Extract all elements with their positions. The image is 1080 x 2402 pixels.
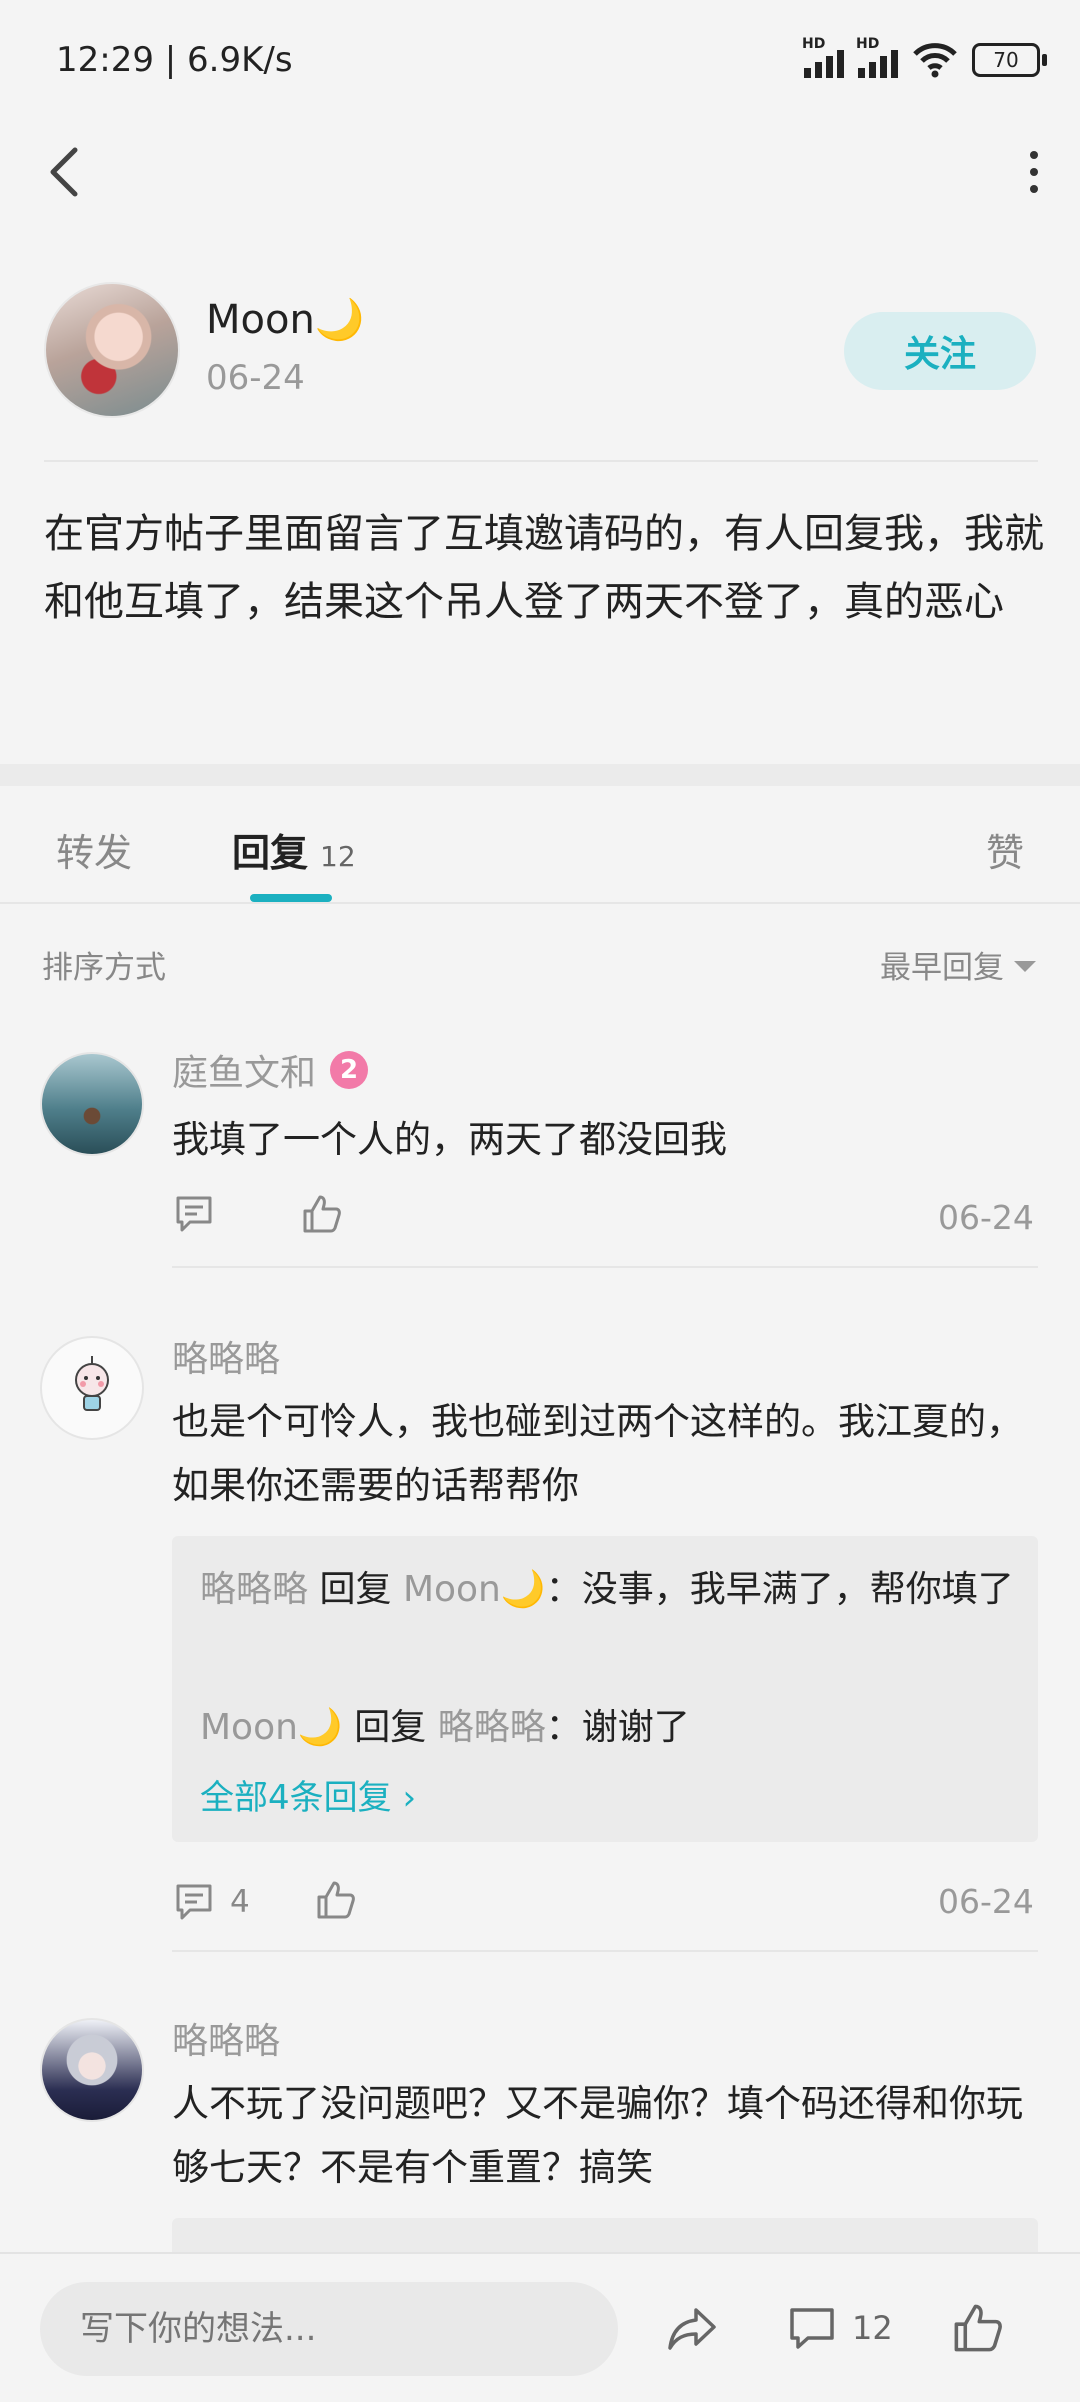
reply-item: 略略略 回复 Moon🌙：没事，我早满了，帮你填了 [200, 1556, 1020, 1624]
hd-label: HD [802, 36, 826, 52]
thumbs-up-icon [317, 1881, 355, 1919]
like-post-button[interactable] [950, 2296, 1006, 2360]
caret-down-icon [1014, 961, 1036, 972]
tab-replies-label: 回复 [232, 831, 309, 875]
comment-divider [172, 1266, 1038, 1268]
comment-text: 我填了一个人的，两天了都没回我 [172, 1118, 727, 1161]
follow-button[interactable]: 关注 [844, 312, 1036, 390]
reply-item: Moon🌙 回复 略略略：谢谢了 [200, 1694, 1020, 1762]
more-dots-icon [1030, 151, 1038, 159]
tabs-divider [0, 902, 1080, 904]
author-name[interactable]: Moon🌙 [206, 296, 365, 343]
like-button[interactable] [314, 1878, 358, 1926]
post-content: 在官方帖子里面留言了互填邀请码的，有人回复我，我就和他互填了，结果这个吊人登了两… [44, 511, 1044, 625]
comment-date: 06-24 [938, 1882, 1034, 1921]
reply-verb: 回复 [319, 1569, 392, 1610]
tab-likes[interactable]: 赞 [986, 822, 1024, 877]
like-button[interactable] [300, 1192, 344, 1240]
comment-author-name: 略略略 [172, 2021, 281, 2062]
signal-icon-2: HD [856, 36, 898, 78]
thumbs-up-icon [303, 1195, 341, 1233]
comment-button[interactable] [172, 1192, 216, 1240]
comment-text: 也是个可怜人，我也碰到过两个这样的。我江夏的，如果你还需要的话帮帮你 [172, 1400, 1023, 1507]
comment-button[interactable]: 4 [172, 1880, 250, 1924]
signal-icon: HD [802, 36, 844, 78]
comment-actions: 4 [172, 1878, 358, 1926]
comment-input[interactable] [40, 2282, 618, 2376]
reply-preview-box [172, 2218, 1038, 2252]
tab-replies[interactable]: 回复 12 [232, 822, 356, 877]
sort-value: 最早回复 [880, 950, 1004, 986]
more-dot [1030, 168, 1038, 176]
divider [44, 460, 1038, 462]
comment-count: 4 [230, 1884, 250, 1920]
back-button[interactable] [36, 140, 92, 204]
reply-preview-box[interactable]: 略略略 回复 Moon🌙：没事，我早满了，帮你填了 Moon🌙 回复 略略略：谢… [172, 1536, 1038, 1842]
comment-icon [176, 1884, 212, 1920]
share-icon [668, 2308, 716, 2350]
section-separator [0, 764, 1080, 786]
post-date: 06-24 [206, 358, 305, 398]
comment-author[interactable]: 略略略 [172, 2012, 280, 2064]
share-button[interactable] [664, 2296, 720, 2360]
comment-author-name: 庭鱼文和 [172, 1053, 317, 1094]
comment-author-name: 略略略 [172, 1339, 281, 1380]
reply-from[interactable]: 略略略 [200, 1569, 308, 1610]
reply-to[interactable]: Moon🌙 [403, 1569, 546, 1610]
avatar-doll-icon [75, 1356, 109, 1411]
author-avatar[interactable] [44, 282, 180, 418]
tab-repost[interactable]: 转发 [56, 822, 132, 877]
level-badge: 2 [330, 1051, 369, 1089]
comment-text: 人不玩了没问题吧？又不是骗你？填个码还得和你玩够七天？不是有个重置？搞笑 [172, 2082, 1023, 2189]
more-dot [1030, 185, 1038, 193]
comment-date: 06-24 [938, 1198, 1034, 1237]
comment-author[interactable]: 略略略 [172, 1330, 280, 1382]
comment-author[interactable]: 庭鱼文和 2 [172, 1044, 369, 1096]
comments-button[interactable]: 12 [786, 2296, 893, 2360]
reply-to[interactable]: 略略略 [438, 1707, 546, 1748]
battery-icon: 70 [972, 43, 1047, 77]
comment-avatar[interactable] [40, 1052, 144, 1156]
comment-icon [176, 1196, 212, 1232]
tab-indicator [250, 894, 332, 902]
comment-divider [172, 1950, 1038, 1952]
sort-dropdown[interactable]: 最早回复 [880, 942, 1036, 987]
reply-from[interactable]: Moon🌙 [200, 1707, 343, 1748]
more-options-button[interactable] [1006, 140, 1062, 204]
comment-actions [172, 1192, 344, 1240]
tab-replies-count: 12 [320, 840, 356, 873]
comment-avatar[interactable] [40, 2018, 144, 2122]
wifi-icon [913, 43, 957, 78]
status-time: 12:29 | 6.9K/s [56, 40, 293, 80]
view-all-replies-link[interactable]: 全部4条回复 › [200, 1770, 416, 1819]
reply-text: ：谢谢了 [545, 1707, 690, 1748]
status-icons: HD HD 70 [802, 36, 1047, 78]
reply-text: ：没事，我早满了，帮你填了 [545, 1569, 1014, 1610]
sort-label: 排序方式 [42, 950, 166, 986]
comments-count: 12 [852, 2309, 893, 2347]
chevron-left-icon [50, 147, 78, 197]
reply-verb: 回复 [354, 1707, 427, 1748]
thumbs-up-icon [954, 2304, 1002, 2352]
comment-avatar[interactable] [40, 1336, 144, 1440]
hd-label-2: HD [856, 36, 880, 52]
comment-bubble-icon [790, 2308, 834, 2349]
